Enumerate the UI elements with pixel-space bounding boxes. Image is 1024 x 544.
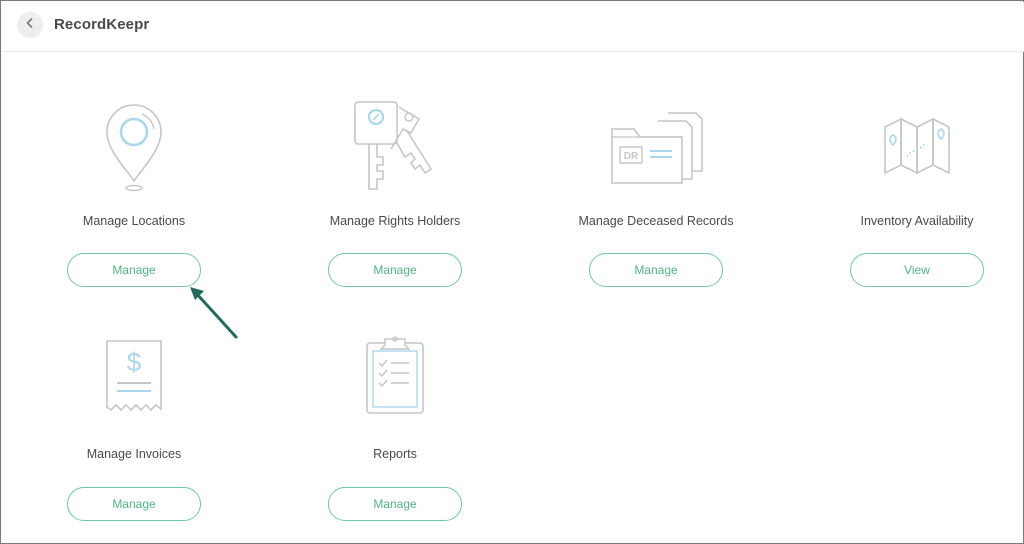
keys-icon [345,99,445,199]
top-bar: RecordKeepr [2,2,1024,52]
card-label: Manage Locations [82,214,186,228]
map-icon [867,99,967,199]
manage-locations-button[interactable]: Manage [67,253,201,287]
card-label: Inventory Availability [860,214,974,228]
manage-invoices-button[interactable]: Manage [67,487,201,521]
receipt-dollar-icon: $ [84,333,184,433]
app-title: RecordKeepr [54,16,150,33]
inventory-view-button[interactable]: View [850,253,984,287]
reports-manage-button[interactable]: Manage [328,487,462,521]
app-window: RecordKeepr Manage Locations Manage Mana… [0,0,1024,544]
manage-deceased-records-button[interactable]: Manage [589,253,723,287]
card-manage-rights-holders: Manage Rights Holders Manage [295,96,495,291]
chevron-left-icon [24,16,36,34]
card-label: Manage Deceased Records [578,214,734,228]
back-button[interactable] [17,12,43,38]
card-manage-locations: Manage Locations Manage [34,96,234,291]
card-reports: Reports Manage [295,333,495,528]
card-label: Manage Rights Holders [329,214,461,228]
card-manage-invoices: $ Manage Invoices Manage [34,333,234,528]
card-label: Manage Invoices [86,447,182,461]
location-pin-icon [84,99,184,199]
card-label: Reports [373,447,417,461]
card-manage-deceased-records: DR Manage Deceased Records Manage [556,96,756,291]
dollar-sign: $ [127,347,142,377]
manage-rights-holders-button[interactable]: Manage [328,253,462,287]
card-inventory-availability: Inventory Availability View [817,96,1017,291]
clipboard-checklist-icon [345,333,445,433]
folder-dr-text: DR [624,151,639,162]
folder-documents-icon: DR [606,99,706,199]
annotation-arrow-icon [186,283,246,343]
